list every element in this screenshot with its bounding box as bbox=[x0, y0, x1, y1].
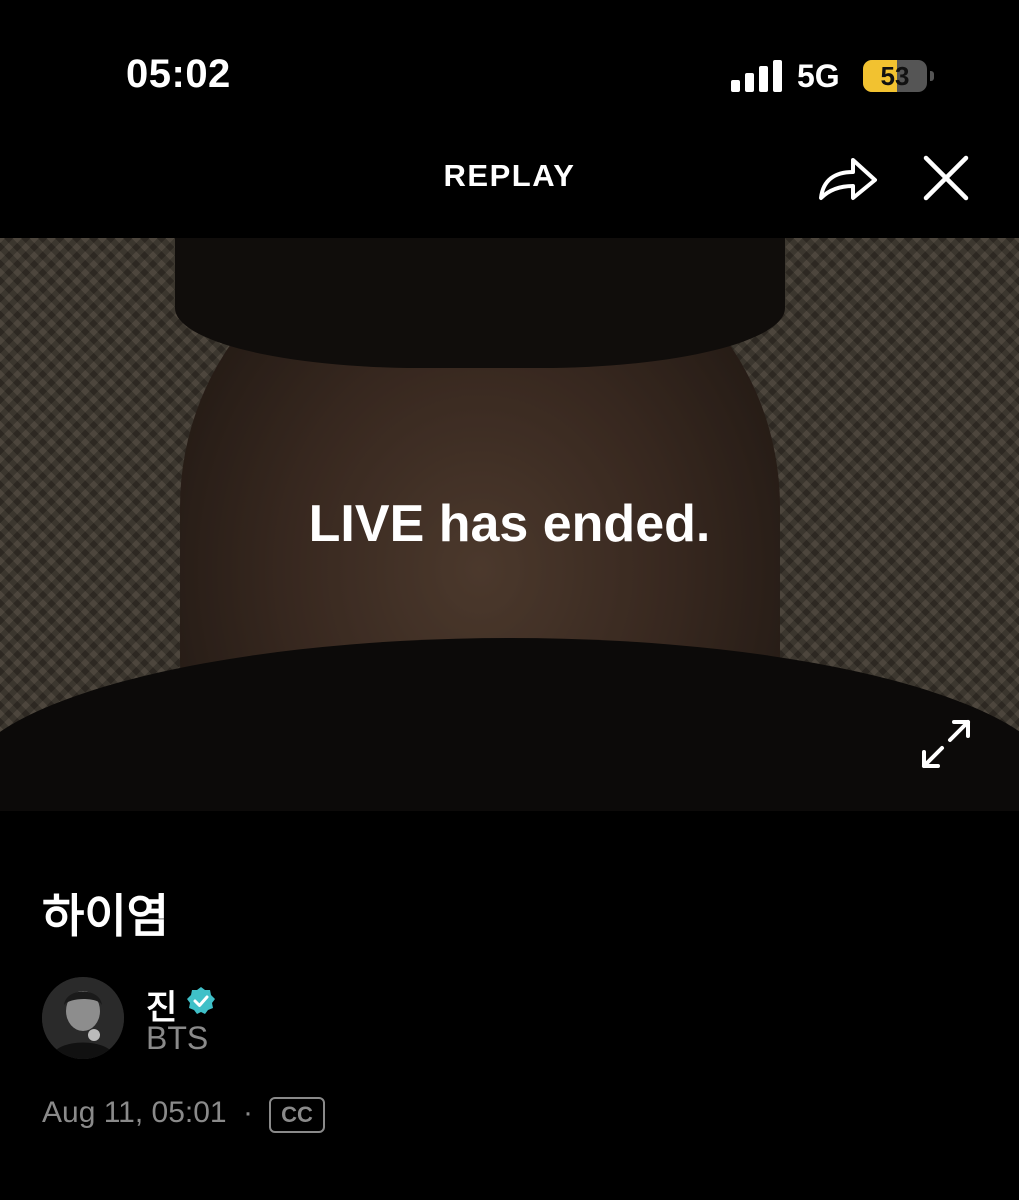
stream-date: Aug 11, 05:01 bbox=[42, 1096, 227, 1129]
avatar-image bbox=[42, 977, 124, 1059]
status-time: 05:02 bbox=[126, 52, 231, 96]
avatar[interactable] bbox=[42, 977, 124, 1059]
live-ended-message: LIVE has ended. bbox=[308, 495, 711, 553]
share-icon[interactable] bbox=[815, 150, 879, 206]
signal-bars-icon bbox=[731, 60, 782, 92]
network-type: 5G bbox=[797, 58, 840, 94]
video-player[interactable]: LIVE has ended. bbox=[0, 238, 1019, 811]
expand-icon[interactable] bbox=[918, 716, 974, 772]
battery-indicator: 53 bbox=[863, 60, 927, 92]
close-icon[interactable] bbox=[918, 150, 974, 206]
verified-badge-icon bbox=[187, 987, 215, 1014]
channel-group: BTS bbox=[146, 1020, 209, 1056]
battery-nub bbox=[930, 71, 934, 81]
cc-badge[interactable]: CC bbox=[269, 1097, 325, 1133]
battery-percent: 53 bbox=[880, 61, 910, 91]
stream-title: 하이염 bbox=[42, 889, 169, 943]
meta-separator: · bbox=[243, 1096, 253, 1129]
status-bar: 05:02 5G 53 bbox=[0, 0, 1019, 140]
